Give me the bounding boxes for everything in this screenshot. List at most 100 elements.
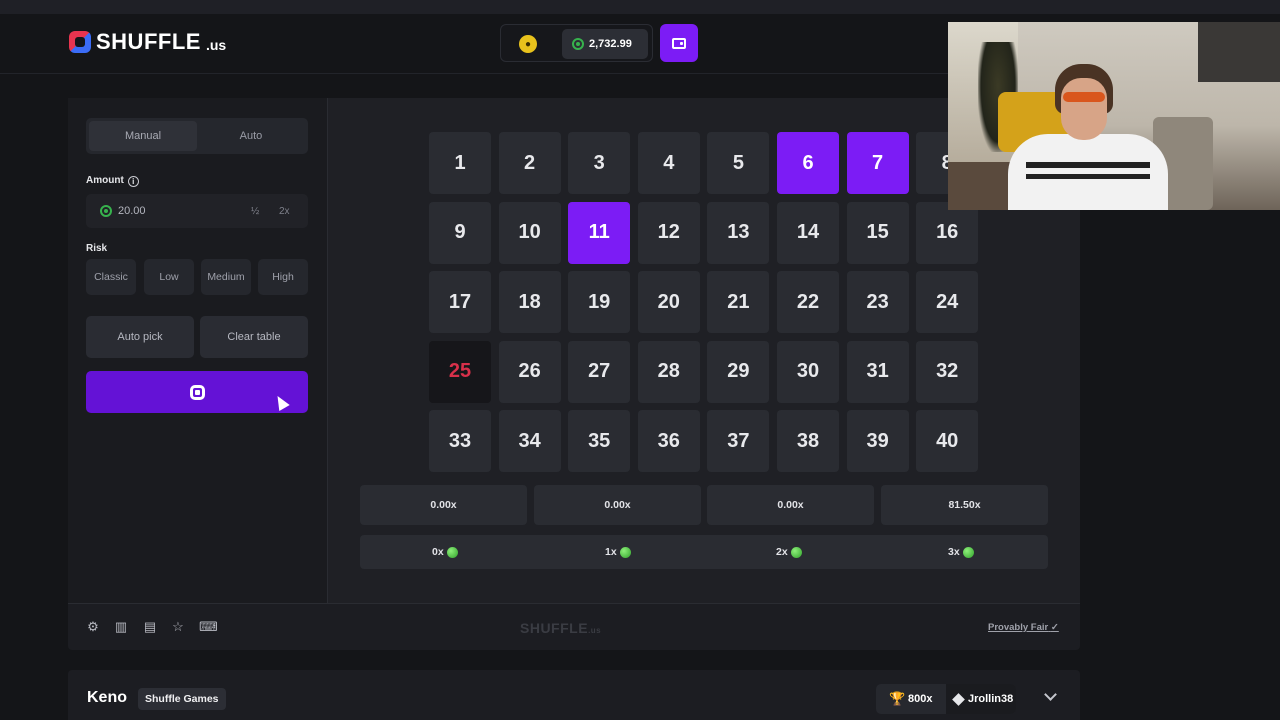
keno-tile[interactable]: 17 xyxy=(429,271,491,334)
keno-tile[interactable]: 12 xyxy=(637,201,700,264)
keno-tile[interactable]: 19 xyxy=(568,271,631,334)
risk-low-button[interactable]: Low xyxy=(144,259,194,295)
webcam-person-glasses xyxy=(1063,92,1105,102)
trophy-icon: 🏆 xyxy=(889,691,906,706)
webcam-person-body xyxy=(1008,134,1168,210)
browser-top-strip xyxy=(0,0,1280,14)
top-win-record[interactable]: 🏆 800x Jrollin38 xyxy=(876,684,1016,714)
star-icon[interactable]: ☆ xyxy=(170,619,186,635)
diamond-icon xyxy=(952,692,965,706)
wallet-button[interactable] xyxy=(660,24,698,62)
balance-value: 2,732.99 xyxy=(589,38,632,50)
logo-tld: .us xyxy=(205,37,227,53)
keno-tile[interactable]: 21 xyxy=(707,271,770,334)
provably-fair-link[interactable]: Provably Fair ✓ xyxy=(988,622,1059,633)
keno-tile[interactable]: 13 xyxy=(707,201,770,264)
balance-display[interactable]: 2,732.99 xyxy=(562,29,648,59)
stats-icon[interactable]: ▤ xyxy=(142,619,158,635)
risk-label: Risk xyxy=(86,243,108,254)
shuffle-logo[interactable]: SHUFFLE .us xyxy=(69,31,226,53)
chevron-down-icon[interactable] xyxy=(1044,688,1057,701)
footer-logo-text: SHUFFLE xyxy=(520,620,589,636)
logo-text: SHUFFLE xyxy=(96,29,201,54)
keno-tile[interactable]: 1 xyxy=(429,132,491,194)
auto-pick-button[interactable]: Auto pick xyxy=(86,316,194,358)
keno-tile[interactable]: 29 xyxy=(707,340,770,403)
keno-tile[interactable]: 36 xyxy=(637,410,700,473)
mode-tabs: Manual Auto xyxy=(86,118,308,154)
keno-tile[interactable]: 27 xyxy=(568,340,631,403)
provider-badge[interactable]: Shuffle Games xyxy=(138,688,226,710)
amount-field[interactable]: 20.00 ½ 2x xyxy=(86,194,308,228)
hit-label: 2x xyxy=(776,546,788,558)
keno-tile[interactable]: 35 xyxy=(568,410,631,473)
keno-tile[interactable]: 6 xyxy=(777,132,839,194)
keno-tile[interactable]: 18 xyxy=(498,271,561,334)
amount-label-text: Amount xyxy=(86,175,124,186)
keno-tile[interactable]: 26 xyxy=(498,340,561,403)
tab-manual[interactable]: Manual xyxy=(89,121,197,151)
webcam-overlay xyxy=(948,22,1280,210)
hit-count: 0x xyxy=(432,535,458,569)
coin-icon xyxy=(572,38,584,50)
keno-tile[interactable]: 38 xyxy=(777,410,839,473)
settings-icon[interactable]: ⚙ xyxy=(85,619,101,635)
top-multiplier: 800x xyxy=(908,693,933,705)
keno-tile[interactable]: 3 xyxy=(568,132,631,194)
webcam-tv xyxy=(1198,22,1280,82)
keno-tile[interactable]: 40 xyxy=(916,410,979,473)
wallet-widget: ● 2,732.99 xyxy=(500,24,653,62)
hit-label: 1x xyxy=(605,546,617,558)
gem-icon xyxy=(619,546,631,558)
keno-tile[interactable]: 10 xyxy=(498,201,561,264)
keno-tile[interactable]: 22 xyxy=(777,271,839,334)
gem-icon xyxy=(790,546,802,558)
hits-bar: 0x 1x 2x 3x xyxy=(360,535,1048,569)
keno-tile[interactable]: 24 xyxy=(916,271,979,334)
risk-classic-button[interactable]: Classic xyxy=(86,259,136,295)
game-footer: ⚙ ▥ ▤ ☆ ⌨ SHUFFLE.us Provably Fair ✓ xyxy=(68,603,1080,650)
footer-logo-tld: .us xyxy=(588,626,602,635)
keno-tile[interactable]: 16 xyxy=(916,201,979,264)
half-button[interactable]: ½ xyxy=(251,194,259,228)
keno-tile[interactable]: 31 xyxy=(846,340,909,403)
keno-tile[interactable]: 25 xyxy=(429,340,491,403)
webcam-jersey-stripe xyxy=(1026,174,1150,179)
barcode-icon[interactable]: ▥ xyxy=(113,619,129,635)
keno-tile[interactable]: 30 xyxy=(777,340,839,403)
shuffle-icon xyxy=(189,384,205,400)
hit-count: 3x xyxy=(948,535,974,569)
keno-tile[interactable]: 23 xyxy=(846,271,909,334)
top-user: Jrollin38 xyxy=(946,684,1016,714)
keno-tile[interactable]: 15 xyxy=(846,201,909,264)
keno-tile[interactable]: 39 xyxy=(846,410,909,473)
currency-select-icon[interactable]: ● xyxy=(519,35,537,53)
keno-tile[interactable]: 14 xyxy=(777,201,839,264)
coin-icon xyxy=(100,205,112,217)
keno-tile[interactable]: 7 xyxy=(846,132,909,194)
clear-table-button[interactable]: Clear table xyxy=(200,316,308,358)
keno-tile[interactable]: 32 xyxy=(916,340,979,403)
hit-label: 3x xyxy=(948,546,960,558)
payout-cell: 81.50x xyxy=(881,485,1048,525)
keno-tile[interactable]: 11 xyxy=(568,201,631,264)
keno-tile[interactable]: 28 xyxy=(637,340,700,403)
keno-tile[interactable]: 5 xyxy=(707,132,770,194)
keno-tile[interactable]: 2 xyxy=(498,132,561,194)
risk-medium-button[interactable]: Medium xyxy=(201,259,251,295)
keno-tile[interactable]: 34 xyxy=(498,410,561,473)
keno-tile[interactable]: 37 xyxy=(707,410,770,473)
double-button[interactable]: 2x xyxy=(279,194,290,228)
game-title: Keno xyxy=(87,689,127,706)
keno-tile[interactable]: 33 xyxy=(429,410,491,473)
tab-auto[interactable]: Auto xyxy=(197,121,305,151)
gem-icon xyxy=(446,546,458,558)
keno-tile[interactable]: 4 xyxy=(637,132,700,194)
keno-tile[interactable]: 20 xyxy=(637,271,700,334)
risk-high-button[interactable]: High xyxy=(258,259,308,295)
info-icon[interactable]: i xyxy=(127,176,139,187)
hit-count: 2x xyxy=(776,535,802,569)
keno-tile[interactable]: 9 xyxy=(429,201,491,264)
keyboard-icon[interactable]: ⌨ xyxy=(199,619,218,635)
bet-button[interactable] xyxy=(86,371,308,413)
